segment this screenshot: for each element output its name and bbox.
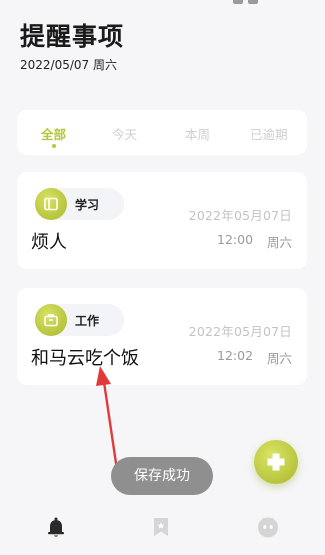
add-icon	[267, 453, 285, 471]
bookmark-icon[interactable]	[149, 515, 173, 539]
toast-message: 保存成功	[111, 457, 213, 495]
bottom-nav	[0, 505, 325, 555]
add-reminder-button[interactable]	[254, 440, 298, 484]
bell-icon[interactable]	[44, 515, 68, 539]
profile-icon[interactable]	[256, 515, 280, 539]
